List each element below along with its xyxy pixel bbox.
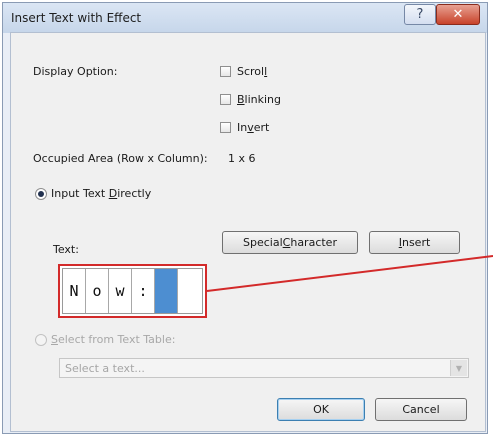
cancel-button[interactable]: Cancel (375, 398, 467, 421)
dropdown-button[interactable]: ▼ (450, 360, 467, 376)
ok-button[interactable]: OK (277, 398, 365, 421)
text-table-select-placeholder: Select a text... (65, 362, 145, 375)
callout-line (206, 255, 493, 292)
text-table-select[interactable]: Select a text... ▼ (59, 358, 469, 378)
select-from-text-table-label[interactable]: Select from Text Table: (51, 333, 175, 346)
select-from-text-table-radio[interactable] (35, 334, 47, 346)
chevron-down-icon: ▼ (455, 363, 463, 373)
